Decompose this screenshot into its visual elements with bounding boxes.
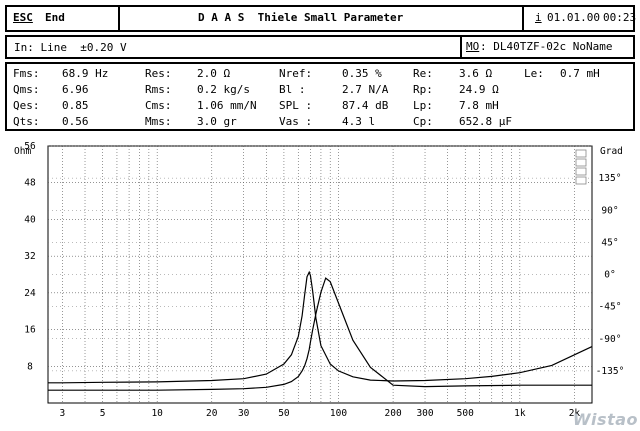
param-label: Vas : xyxy=(279,115,313,128)
param-label: Qts: xyxy=(13,115,40,128)
x-tick-label: 20 xyxy=(206,408,218,419)
input-level-text: In: Line ±0.20 V xyxy=(14,41,127,54)
param-value: 6.96 xyxy=(62,83,89,96)
input-bar: In: Line ±0.20 V MO : DL40TZF-02c NoName xyxy=(5,35,635,59)
left-tick-label: 40 xyxy=(24,214,36,225)
scroll-segment[interactable] xyxy=(575,176,587,185)
param-label: Qes: xyxy=(13,99,40,112)
left-tick-label: 8 xyxy=(27,361,33,372)
param-label: SPL : xyxy=(279,99,313,112)
param-value: 68.9 Hz xyxy=(62,67,109,80)
end-label: End xyxy=(45,11,65,24)
param-value: 1.06 mm/N xyxy=(197,99,257,112)
left-tick-label: 24 xyxy=(24,288,36,299)
parameter-table: Fms: 68.9 Hz Res: 2.0 Ω Nref: 0.35 % Re: 3.6 Ω L… xyxy=(5,62,635,131)
param-label: Cp: xyxy=(413,115,433,128)
param-label: Qms: xyxy=(13,83,40,96)
param-value: 3.0 gr xyxy=(197,115,237,128)
info-key: i xyxy=(535,11,542,24)
param-value: 7.8 mH xyxy=(459,99,499,112)
param-label: Nref: xyxy=(279,67,313,80)
param-label: Bl : xyxy=(279,83,306,96)
right-tick-label: -45° xyxy=(599,302,622,313)
param-label: Res: xyxy=(145,67,172,80)
param-value: 2.7 N/A xyxy=(342,83,389,96)
param-value: 652.8 µF xyxy=(459,115,512,128)
right-tick-label: 90° xyxy=(601,205,618,216)
x-tick-label: 1k xyxy=(514,408,526,419)
right-axis-title: Grad xyxy=(600,146,623,157)
param-value: 0.35 % xyxy=(342,67,382,80)
left-tick-label: 48 xyxy=(24,178,36,189)
model-key: MO xyxy=(466,40,480,53)
param-label: Cms: xyxy=(145,99,172,112)
right-tick-label: 45° xyxy=(601,237,618,248)
x-tick-label: 3 xyxy=(59,408,65,419)
scroll-segment[interactable] xyxy=(575,149,587,158)
app-title-box: D A A S Thiele Small Parameter xyxy=(120,7,524,30)
param-value: 0.85 xyxy=(62,99,89,112)
param-label: Mms: xyxy=(145,115,172,128)
x-tick-label: 300 xyxy=(416,408,433,419)
x-tick-label: 500 xyxy=(457,408,474,419)
param-value: 0.7 mH xyxy=(560,67,600,80)
param-label: Lp: xyxy=(413,99,433,112)
right-tick-label: -135° xyxy=(596,366,625,377)
x-tick-label: 30 xyxy=(238,408,250,419)
param-label: Re: xyxy=(413,67,433,80)
right-tick-label: -90° xyxy=(599,334,622,345)
right-tick-label: 135° xyxy=(599,173,622,184)
param-value: 2.0 Ω xyxy=(197,67,231,80)
param-value: 3.6 Ω xyxy=(459,67,493,80)
param-value: 0.2 kg/s xyxy=(197,83,250,96)
scroll-segment[interactable] xyxy=(575,167,587,176)
esc-end-button[interactable]: ESC End xyxy=(7,7,120,30)
info-datetime[interactable]: i 01.01.00 00:23 xyxy=(527,7,637,30)
time-text: 00:23 xyxy=(603,11,637,24)
left-tick-label: 16 xyxy=(24,325,36,336)
left-tick-label: 56 xyxy=(24,141,36,152)
x-tick-label: 10 xyxy=(151,408,163,419)
param-value: 4.3 l xyxy=(342,115,376,128)
title-bar: ESC End D A A S Thiele Small Parameter i… xyxy=(5,5,637,32)
x-tick-label: 100 xyxy=(330,408,347,419)
model-box[interactable]: MO : DL40TZF-02c NoName xyxy=(460,37,633,57)
param-value: 24.9 Ω xyxy=(459,83,499,96)
x-tick-label: 200 xyxy=(385,408,402,419)
x-tick-label: 50 xyxy=(278,408,290,419)
param-label: Rp: xyxy=(413,83,433,96)
app-title: D A A S Thiele Small Parameter xyxy=(198,11,404,24)
param-value: 0.56 xyxy=(62,115,89,128)
param-label: Le: xyxy=(524,67,544,80)
param-label: Rms: xyxy=(145,83,172,96)
impedance-phase-chart: Ohm8162432404856 Grad135°90°45°0°-45°-90°… xyxy=(14,141,625,419)
scroll-segment[interactable] xyxy=(575,158,587,167)
esc-key-label: ESC xyxy=(13,11,33,24)
x-tick-label: 5 xyxy=(100,408,106,419)
date-text: 01.01.00 xyxy=(547,11,600,24)
left-tick-label: 32 xyxy=(24,251,35,262)
model-text: : DL40TZF-02c NoName xyxy=(480,40,613,53)
param-label: Fms: xyxy=(13,67,40,80)
watermark-logo: Wistao xyxy=(572,410,638,429)
param-value: 87.4 dB xyxy=(342,99,389,112)
right-tick-label: 0° xyxy=(604,270,615,281)
